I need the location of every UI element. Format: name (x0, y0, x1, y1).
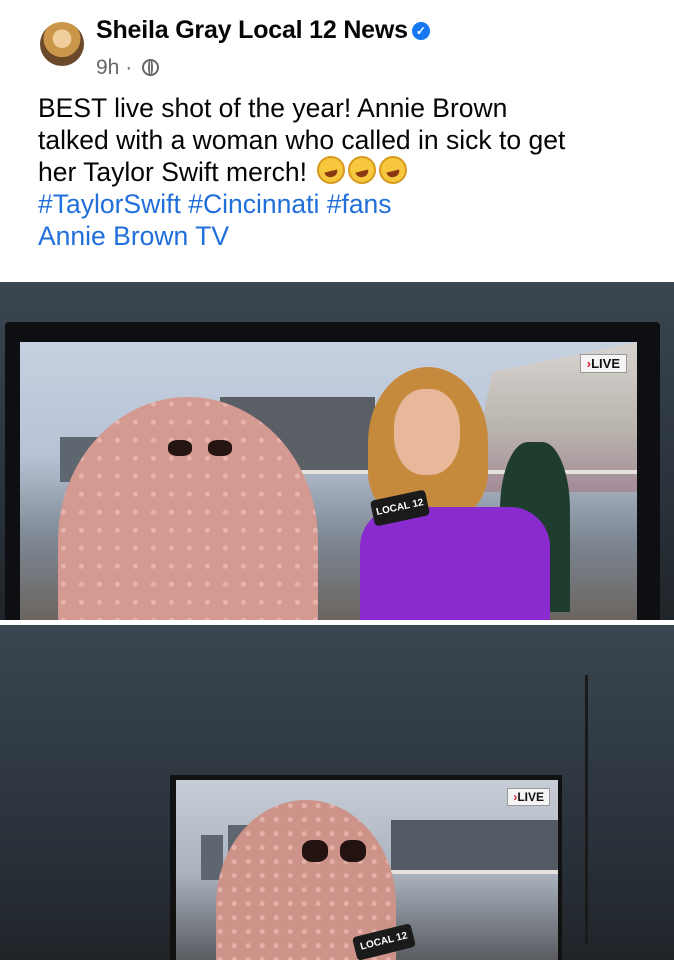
post-text-line-with-emoji: her Taylor Swift merch! (38, 156, 658, 188)
tv-screen: LOCAL 12 ›LIVE (176, 780, 558, 960)
post-meta: 9h · (96, 56, 160, 80)
meta-separator: · (125, 56, 133, 79)
post-text: BEST live shot of the year! Annie Brown … (38, 92, 658, 252)
reporter-dress (360, 507, 550, 620)
sunglasses-icon (302, 840, 366, 862)
railing (386, 870, 558, 874)
cable (585, 675, 588, 945)
post-timestamp[interactable]: 9h (96, 56, 119, 79)
author-name[interactable]: Sheila Gray Local 12 News (96, 16, 408, 44)
rolling-on-floor-laughing-emoji-icon (317, 156, 346, 184)
reporter-face (394, 389, 460, 475)
post-text-line: talked with a woman who called in sick t… (38, 125, 566, 155)
tv-screen: LOCAL 12 ›LIVE (20, 342, 637, 620)
verified-badge-icon: ✓ (411, 22, 430, 40)
globe-public-icon (142, 59, 160, 76)
post-text-line: her Taylor Swift merch! (38, 157, 308, 187)
hashtag-link[interactable]: #Cincinnati (188, 189, 319, 219)
hashtag-link[interactable]: #fans (327, 189, 392, 219)
rolling-on-floor-laughing-emoji-icon (348, 156, 377, 184)
reporter: LOCAL 12 (350, 367, 560, 620)
building (391, 820, 558, 872)
post-header: Sheila Gray Local 12 News ✓ 9h · BEST liv… (0, 0, 674, 282)
facebook-post: Sheila Gray Local 12 News ✓ 9h · BEST liv… (0, 0, 674, 960)
sunglasses-icon (168, 440, 232, 456)
hashtag-link[interactable]: #TaylorSwift (38, 189, 181, 219)
author-avatar[interactable] (40, 22, 84, 66)
post-text-line: BEST live shot of the year! Annie Brown (38, 93, 508, 123)
live-label: LIVE (517, 790, 544, 804)
author-name-row[interactable]: Sheila Gray Local 12 News ✓ (96, 16, 430, 45)
post-photo-1[interactable]: LOCAL 12 ›LIVE (0, 282, 674, 620)
live-badge: ›LIVE (579, 354, 627, 373)
live-badge: ›LIVE (507, 788, 550, 806)
live-label: LIVE (591, 356, 620, 371)
post-photo-2[interactable]: LOCAL 12 ›LIVE (0, 625, 674, 960)
tagged-page-link[interactable]: Annie Brown TV (38, 220, 658, 252)
rolling-on-floor-laughing-emoji-icon (379, 156, 408, 184)
hashtag-row: #TaylorSwift #Cincinnati #fans (38, 188, 658, 220)
